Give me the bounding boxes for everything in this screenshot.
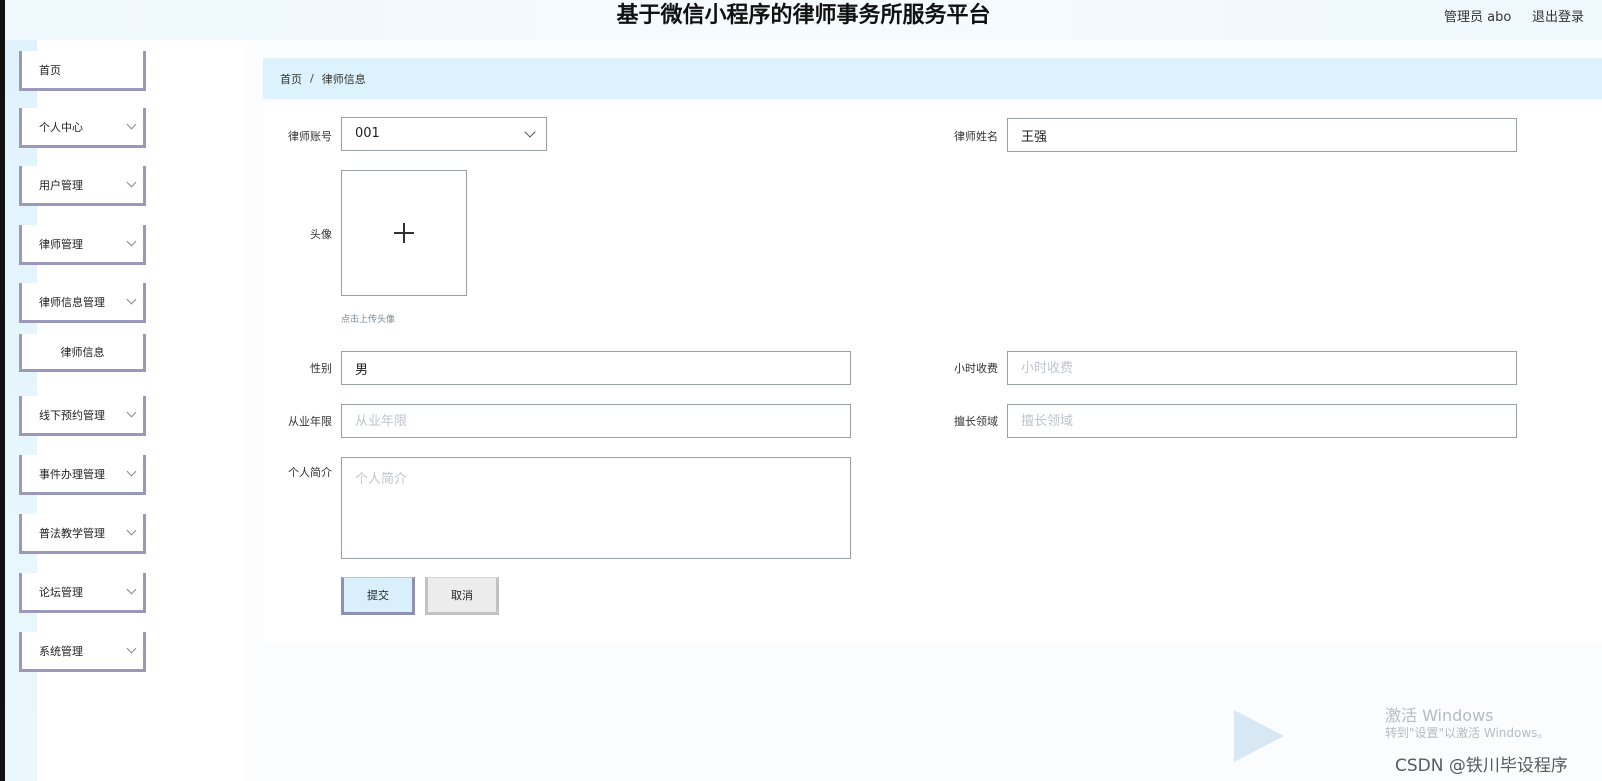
- years-field[interactable]: [341, 404, 851, 438]
- sidebar-item-label: 论坛管理: [39, 585, 83, 599]
- sidebar-item-label: 系统管理: [39, 644, 83, 658]
- avatar-label: 头像: [310, 228, 332, 241]
- sidebar-item-label: 律师管理: [39, 237, 83, 251]
- sidebar-item-label: 首页: [39, 63, 61, 77]
- breadcrumb-current: 律师信息: [321, 72, 366, 86]
- avatar-upload[interactable]: [341, 170, 467, 296]
- sidebar-subitem-lawyer-info[interactable]: 律师信息: [19, 334, 146, 372]
- sidebar-item-offline-booking[interactable]: 线下预约管理: [19, 396, 146, 436]
- specialty-field[interactable]: [1007, 404, 1517, 438]
- play-logo-icon: [1234, 710, 1284, 762]
- sidebar-item-label: 线下预约管理: [39, 408, 105, 422]
- sidebar-item-system-management[interactable]: 系统管理: [19, 632, 146, 672]
- intro-label: 个人简介: [288, 466, 332, 479]
- sidebar-item-label: 普法教学管理: [39, 526, 105, 540]
- sidebar-item-label: 个人中心: [39, 120, 83, 134]
- cancel-button[interactable]: 取消: [425, 577, 499, 615]
- sidebar-item-home[interactable]: 首页: [19, 51, 146, 91]
- chevron-down-icon: [126, 584, 137, 595]
- logout-link[interactable]: 退出登录: [1532, 6, 1584, 25]
- sidebar-item-legal-education[interactable]: 普法教学管理: [19, 514, 146, 554]
- sidebar-item-label: 事件办理管理: [39, 467, 105, 481]
- chevron-down-icon: [126, 466, 137, 477]
- intro-textarea[interactable]: [341, 457, 851, 559]
- csdn-watermark: CSDN @铁川毕设程序: [1395, 756, 1568, 776]
- hourly-fee-label: 小时收费: [954, 362, 998, 375]
- sidebar-item-label: 律师信息管理: [39, 295, 105, 309]
- specialty-label: 擅长领域: [954, 415, 998, 428]
- years-label: 从业年限: [288, 415, 332, 428]
- chevron-down-icon: [126, 643, 137, 654]
- gender-field[interactable]: [341, 351, 851, 385]
- windows-activation-watermark: 激活 Windows: [1385, 706, 1494, 725]
- account-select[interactable]: 001: [341, 117, 547, 151]
- chevron-down-icon: [126, 407, 137, 418]
- sidebar-item-lawyer-info-management[interactable]: 律师信息管理: [19, 283, 146, 323]
- account-select-value: 001: [355, 126, 380, 141]
- breadcrumb-separator: /: [310, 72, 314, 85]
- sidebar-item-lawyer-management[interactable]: 律师管理: [19, 225, 146, 265]
- plus-icon: [394, 223, 414, 243]
- name-label: 律师姓名: [954, 130, 998, 143]
- chevron-down-icon: [126, 294, 137, 305]
- sidebar-item-case-handling[interactable]: 事件办理管理: [19, 455, 146, 495]
- hourly-fee-field[interactable]: [1007, 351, 1517, 385]
- avatar-upload-hint: 点击上传头像: [341, 315, 396, 325]
- chevron-down-icon: [126, 177, 137, 188]
- chevron-down-icon: [126, 236, 137, 247]
- submit-button[interactable]: 提交: [341, 577, 415, 615]
- sidebar-subitem-label: 律师信息: [60, 345, 105, 359]
- breadcrumb-home[interactable]: 首页: [280, 71, 302, 87]
- sidebar-item-forum-management[interactable]: 论坛管理: [19, 573, 146, 613]
- chevron-down-icon: [524, 126, 536, 138]
- top-header: 基于微信小程序的律师事务所服务平台: [5, 0, 1602, 40]
- name-field[interactable]: [1007, 118, 1517, 152]
- chevron-down-icon: [126, 525, 137, 536]
- sidebar-item-personal-center[interactable]: 个人中心: [19, 108, 146, 148]
- sidebar-item-user-management[interactable]: 用户管理: [19, 166, 146, 206]
- windows-activation-subtext: 转到"设置"以激活 Windows。: [1385, 726, 1550, 740]
- chevron-down-icon: [126, 119, 137, 130]
- header-user-label: 管理员 abo: [1444, 10, 1512, 25]
- breadcrumb: 首页 / 律师信息: [263, 58, 1602, 99]
- app-title: 基于微信小程序的律师事务所服务平台: [616, 3, 991, 28]
- gender-label: 性别: [310, 362, 332, 375]
- account-label: 律师账号: [288, 130, 332, 143]
- sidebar-item-label: 用户管理: [39, 178, 83, 192]
